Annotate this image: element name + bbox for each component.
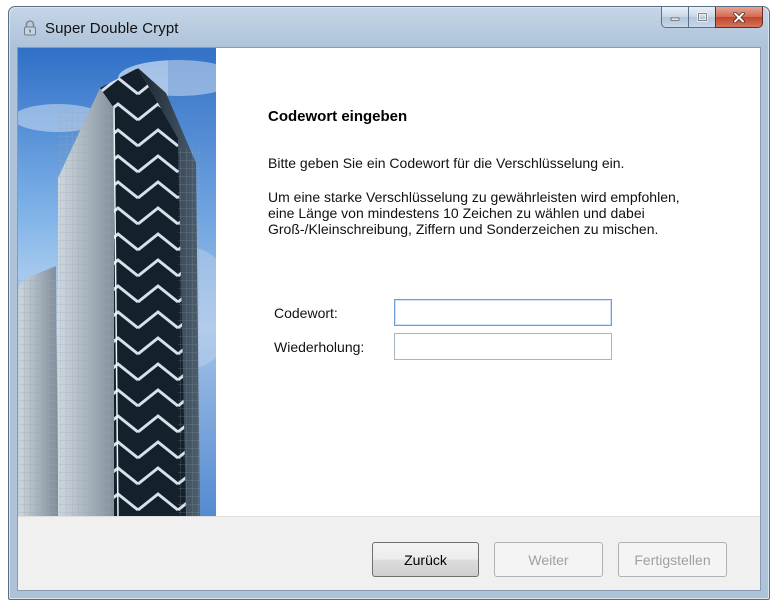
wizard-window: Super Double Crypt Codewort eingeben Bit… xyxy=(8,6,770,600)
close-button[interactable] xyxy=(715,7,763,28)
maximize-button[interactable] xyxy=(688,7,715,28)
skyscraper-illustration xyxy=(18,48,216,516)
minimize-button[interactable] xyxy=(661,7,688,28)
lock-icon xyxy=(24,20,36,36)
window-title: Super Double Crypt xyxy=(45,20,179,37)
wizard-content: Codewort eingeben Bitte geben Sie ein Co… xyxy=(258,48,738,516)
wizard-footer: Zurück Weiter Fertigstellen xyxy=(18,516,760,590)
finish-button[interactable]: Fertigstellen xyxy=(618,542,727,577)
page-title: Codewort eingeben xyxy=(268,108,408,125)
wiederholung-input[interactable] xyxy=(394,333,612,360)
wizard-client-area: Codewort eingeben Bitte geben Sie ein Co… xyxy=(17,47,761,591)
intro-text: Bitte geben Sie ein Codewort für die Ver… xyxy=(268,155,625,171)
codewort-input[interactable] xyxy=(394,299,612,326)
advice-text: Um eine starke Verschlüsselung zu gewähr… xyxy=(268,189,680,237)
caption-buttons xyxy=(661,7,763,29)
codewort-label: Codewort: xyxy=(274,305,338,321)
next-button[interactable]: Weiter xyxy=(494,542,603,577)
skyscraper-banner-image xyxy=(18,48,216,516)
wiederholung-label: Wiederholung: xyxy=(274,339,365,355)
minimize-icon xyxy=(670,17,680,21)
maximize-icon xyxy=(696,12,708,22)
title-bar[interactable]: Super Double Crypt xyxy=(9,7,769,47)
close-icon xyxy=(733,11,745,23)
back-button[interactable]: Zurück xyxy=(372,542,479,577)
